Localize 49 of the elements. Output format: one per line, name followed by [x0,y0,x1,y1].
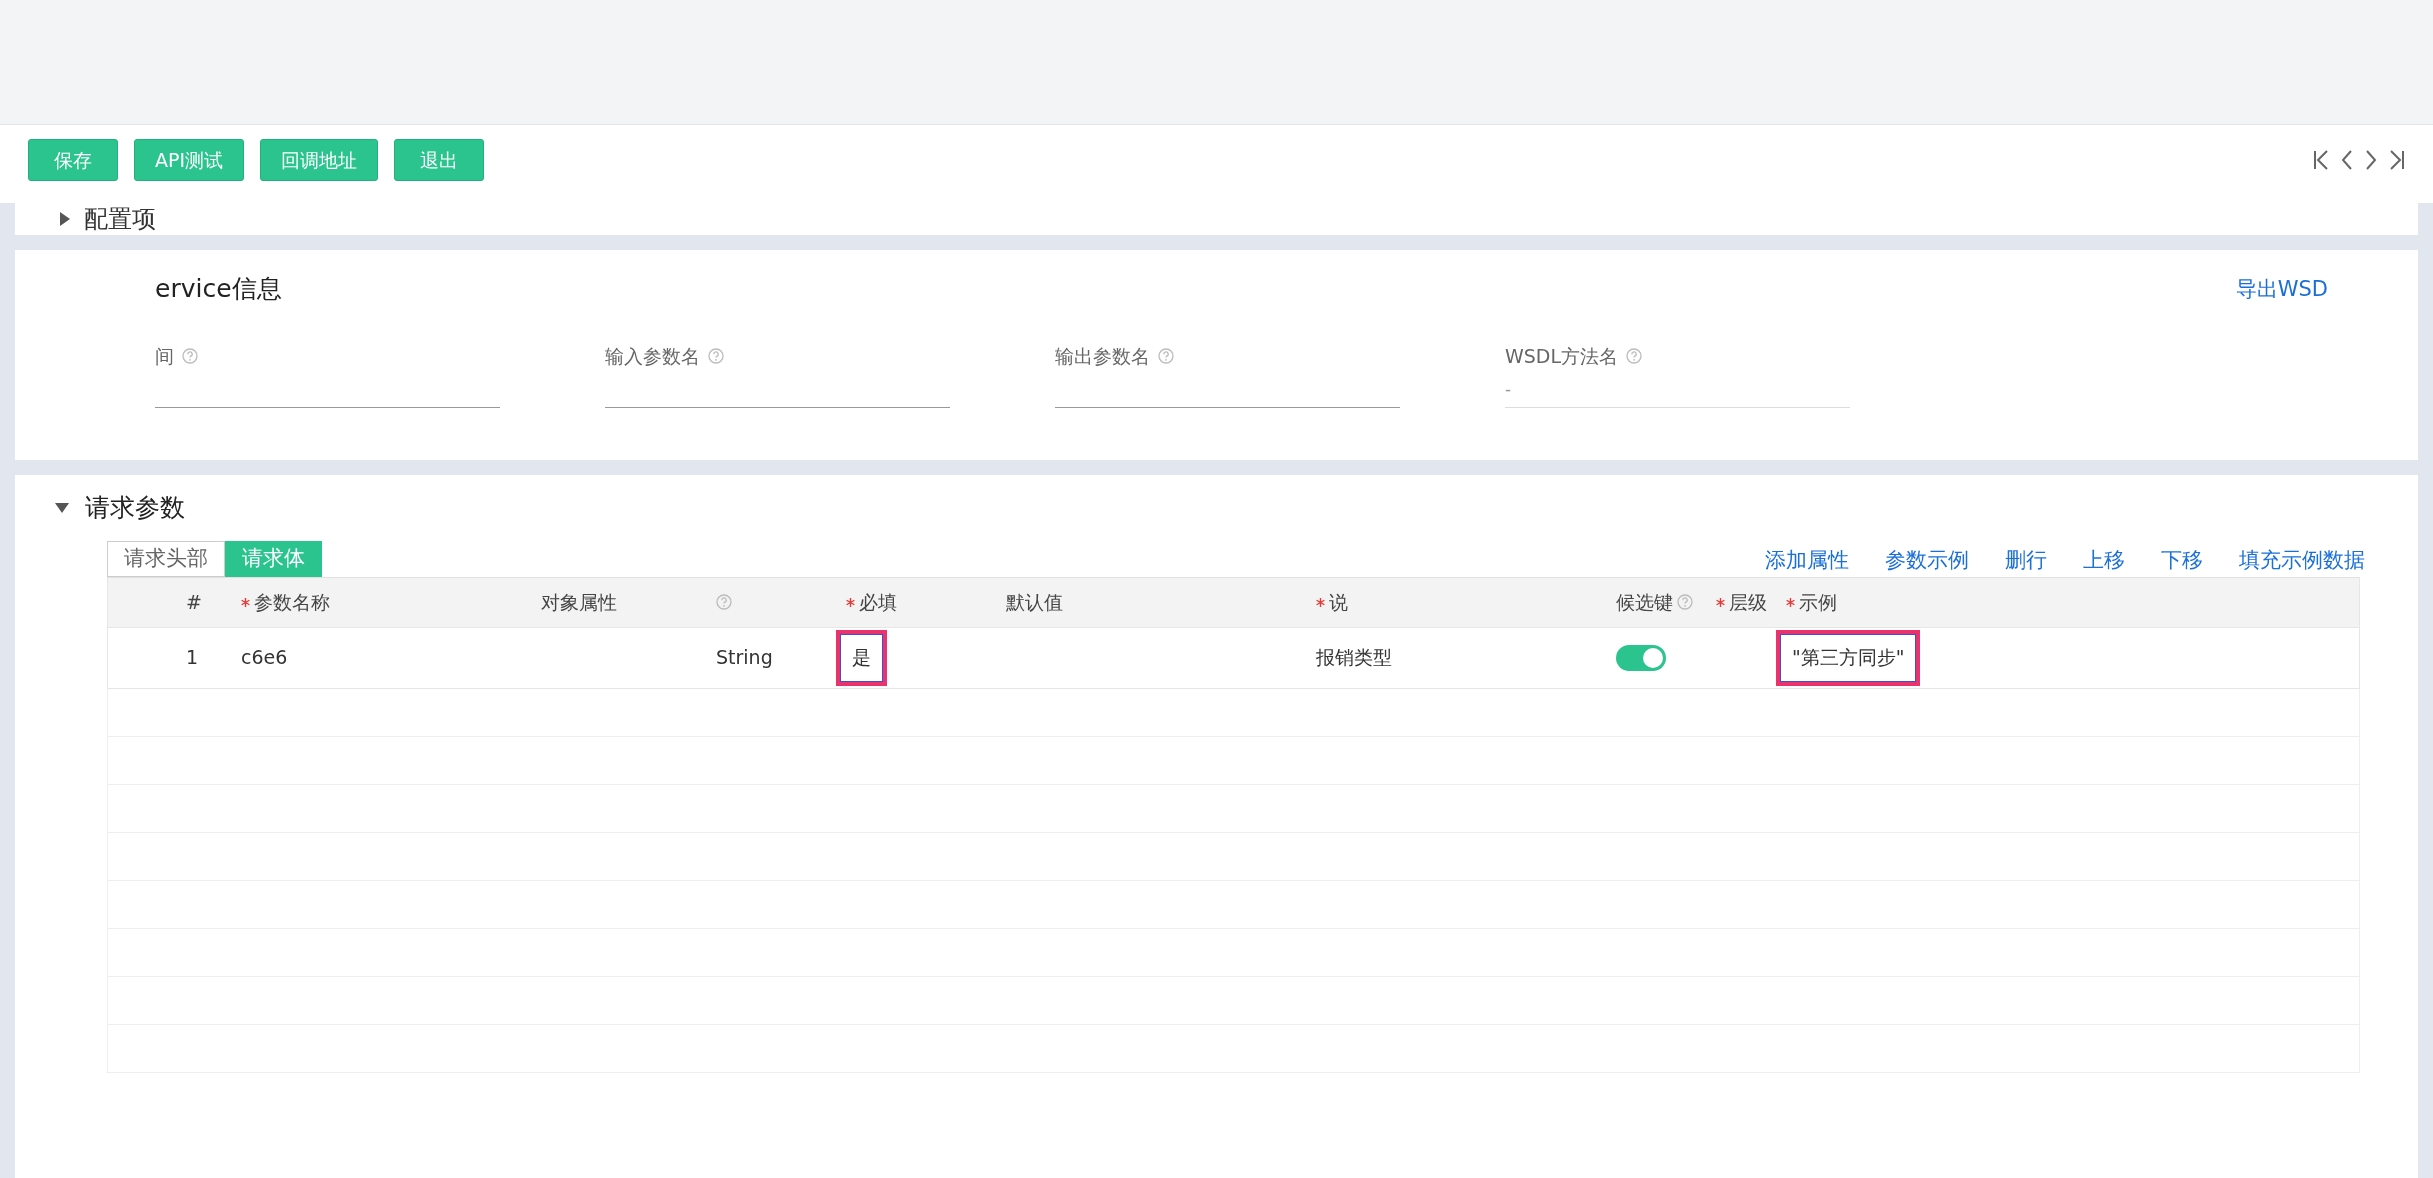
table-cell-text: c6e6 [240,645,289,671]
table-cell-text: 1 [185,645,200,671]
column-header: # [186,589,202,615]
column-header: 对象属性 [541,589,617,615]
input-field[interactable]: - [1505,370,1850,408]
caret-down-icon[interactable] [55,502,69,513]
field-label: WSDL方法名 [1505,343,1619,369]
column-header: 参数名称 [254,589,330,615]
help-icon [182,347,198,364]
tab[interactable]: 请求头部 [107,540,225,577]
previous-page-icon[interactable] [2341,149,2353,171]
first-page-icon[interactable] [2313,149,2329,171]
help-icon [1626,347,1643,364]
field-label: 输入参数名 [605,343,700,369]
help-icon [716,594,732,610]
table-cell-text: 报销类型 [1315,645,1393,671]
table-cell-text: String [715,645,774,671]
help-icon [1677,594,1693,610]
required-icon [846,597,855,607]
action-link[interactable]: 上移 [2083,545,2125,577]
toggle-switch[interactable] [1616,644,1666,671]
action-link[interactable]: 填充示例数据 [2239,545,2365,577]
next-page-icon[interactable] [2365,149,2377,171]
section-title: ervice信息 [155,273,282,305]
help-icon [1158,347,1174,364]
column-header: 默认值 [1006,589,1063,615]
highlighted-cell: 是 [836,629,887,686]
section-title: 请求参数 [85,492,185,524]
column-header: 说 [1329,589,1348,615]
column-header: 必填 [859,589,897,615]
required-icon [1716,597,1725,607]
required-icon [1786,597,1795,607]
column-header: 候选键 [1616,589,1673,615]
required-icon [1316,597,1325,607]
column-header: 层级 [1729,589,1767,615]
caret-right-icon[interactable] [60,212,70,226]
highlighted-cell: "第三方同步" [1776,629,1921,686]
export-link[interactable]: 导出WSD [2235,274,2328,306]
section-title: 配置项 [84,204,156,235]
field-label: 间 [155,343,174,369]
action-link[interactable]: 参数示例 [1885,545,1969,577]
field-label: 输出参数名 [1055,343,1150,369]
help-icon [708,347,724,364]
action-link[interactable]: 删行 [2005,545,2047,577]
action-link[interactable]: 下移 [2161,545,2203,577]
required-icon [241,597,250,607]
last-page-icon[interactable] [2389,149,2405,171]
column-header: 示例 [1799,589,1837,615]
action-link[interactable]: 添加属性 [1765,545,1849,577]
